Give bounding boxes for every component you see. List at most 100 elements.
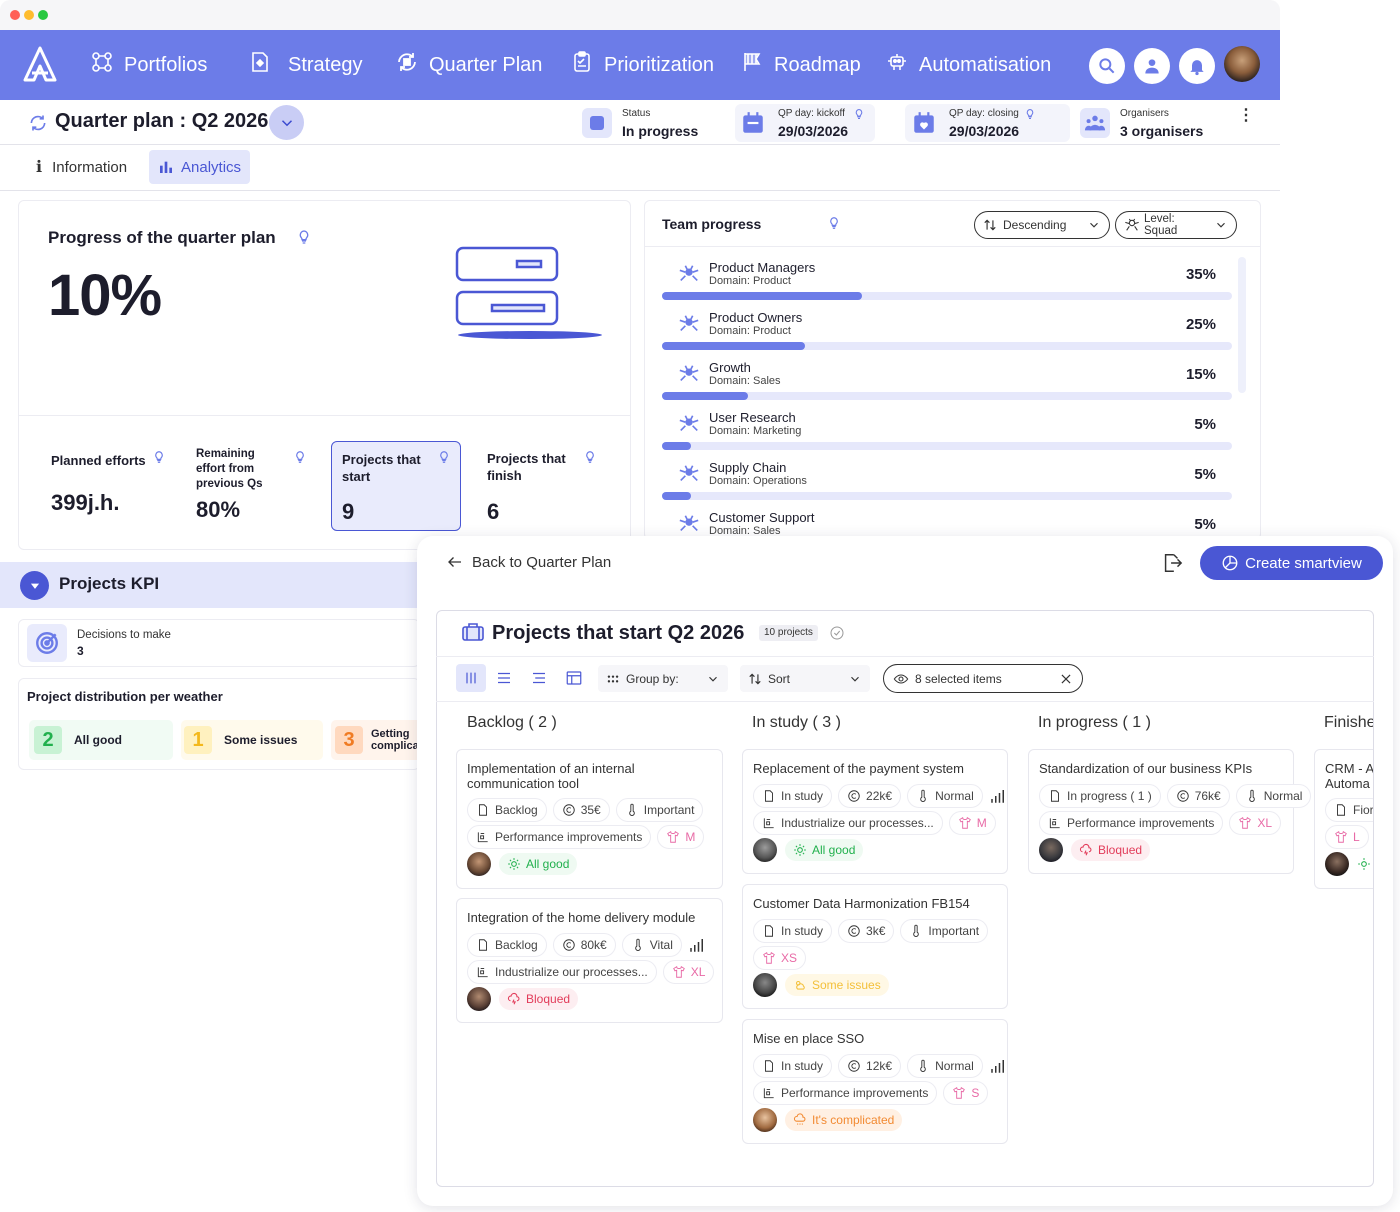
project-card[interactable]: Mise en place SSO In study 12k€ Normal P… xyxy=(742,1019,1008,1144)
cost-chip[interactable]: 12k€ xyxy=(838,1054,902,1078)
tab-information[interactable]: ℹ Information xyxy=(28,150,135,184)
nav-roadmap[interactable]: Roadmap xyxy=(740,30,861,100)
check-circle-icon[interactable] xyxy=(829,625,845,646)
quarter-selector-button[interactable] xyxy=(269,105,304,140)
owner-avatar[interactable] xyxy=(1325,852,1349,876)
lightbulb-icon[interactable] xyxy=(293,450,307,469)
objective-chip[interactable]: Industrialize our processes... xyxy=(753,811,943,835)
sort-dropdown[interactable]: Sort xyxy=(740,665,870,692)
weather-chip[interactable]: Bloqued xyxy=(499,988,579,1010)
team-progress-row[interactable]: User Research Domain: Marketing 5% xyxy=(662,408,1232,458)
status-chip[interactable]: Backlog xyxy=(467,798,547,822)
owner-avatar[interactable] xyxy=(753,838,777,862)
team-progress-row[interactable]: Product Managers Domain: Product 35% xyxy=(662,258,1232,308)
level-dropdown[interactable]: Level: Squad xyxy=(1115,211,1237,239)
priority-chip[interactable]: Vital xyxy=(621,933,682,957)
size-chip[interactable]: XS xyxy=(753,946,807,970)
size-chip[interactable]: XL xyxy=(662,960,715,984)
weather-chip[interactable]: All good xyxy=(785,839,864,861)
user-avatar[interactable] xyxy=(1224,46,1260,82)
nav-automatisation[interactable]: Automatisation xyxy=(885,30,1051,100)
weather-chip[interactable]: It's complicated xyxy=(785,1109,903,1131)
status-chip[interactable]: In study xyxy=(753,919,833,943)
table-view-button[interactable] xyxy=(565,669,583,692)
objective-chip[interactable]: Performance improvements xyxy=(753,1081,938,1105)
objective-chip[interactable]: Fior xyxy=(1325,798,1373,822)
project-card[interactable]: Standardization of our business KPIs In … xyxy=(1028,749,1312,874)
size-chip[interactable]: XL xyxy=(1229,811,1282,835)
status-chip[interactable]: In progress ( 1 ) xyxy=(1039,784,1161,808)
team-progress-row[interactable]: Product Owners Domain: Product 25% xyxy=(662,308,1232,358)
sort-order-dropdown[interactable]: Descending xyxy=(974,211,1110,239)
weather-chip[interactable]: Bloqued xyxy=(1071,839,1151,861)
project-card[interactable]: Integration of the home delivery module … xyxy=(456,898,723,1023)
nav-portfolios[interactable]: Portfolios xyxy=(90,30,207,100)
status-chip[interactable]: In study xyxy=(753,1054,833,1078)
decisions-card[interactable] xyxy=(18,619,420,667)
filter-chip[interactable]: 8 selected items xyxy=(883,664,1083,693)
list-view-button[interactable] xyxy=(495,669,513,692)
lightbulb-icon[interactable] xyxy=(827,216,841,235)
owner-avatar[interactable] xyxy=(467,852,491,876)
collapse-kpi-button[interactable] xyxy=(20,571,49,600)
cost-chip[interactable]: 35€ xyxy=(552,798,610,822)
owner-avatar[interactable] xyxy=(753,973,777,997)
weather-chip[interactable]: Some issues xyxy=(785,974,889,996)
lightbulb-icon[interactable] xyxy=(583,450,597,469)
weather-complicated[interactable]: 3 Getting complicated xyxy=(331,720,420,760)
tab-analytics[interactable]: Analytics xyxy=(149,150,251,184)
priority-chip[interactable]: Important xyxy=(615,798,704,822)
notifications-button[interactable] xyxy=(1179,48,1215,84)
project-card[interactable]: Implementation of an internal communicat… xyxy=(456,749,723,889)
compact-view-button[interactable] xyxy=(530,669,548,692)
project-card[interactable]: Replacement of the payment system In stu… xyxy=(742,749,1008,874)
lightbulb-icon[interactable] xyxy=(437,450,451,469)
minimize-window-dot[interactable] xyxy=(24,10,34,20)
owner-avatar[interactable] xyxy=(753,1108,777,1132)
nav-quarter-plan[interactable]: Quarter Plan xyxy=(395,30,542,100)
search-button[interactable] xyxy=(1089,48,1125,84)
maximize-window-dot[interactable] xyxy=(38,10,48,20)
team-progress-scrollbar[interactable] xyxy=(1238,257,1246,393)
team-progress-row[interactable]: Customer Support Domain: Sales 5% xyxy=(662,508,1232,536)
priority-chip[interactable]: Normal xyxy=(1235,784,1312,808)
objective-chip[interactable]: Industrialize our processes... xyxy=(467,960,657,984)
priority-chip[interactable]: Normal xyxy=(907,1054,983,1078)
kanban-view-button[interactable] xyxy=(456,664,486,692)
owner-avatar[interactable] xyxy=(467,987,491,1011)
more-options-button[interactable]: ⋮ xyxy=(1238,108,1254,124)
export-button[interactable] xyxy=(1161,552,1183,579)
team-progress-row[interactable]: Growth Domain: Sales 15% xyxy=(662,358,1232,408)
nav-prioritization[interactable]: Prioritization xyxy=(570,30,714,100)
project-card[interactable]: CRM - A Automa Fior L xyxy=(1314,749,1373,889)
weather-some-issues[interactable]: 1 Some issues xyxy=(181,720,323,760)
cost-chip[interactable]: 3k€ xyxy=(838,919,895,943)
lightbulb-icon[interactable] xyxy=(296,229,312,250)
app-logo[interactable] xyxy=(22,46,58,82)
cost-chip[interactable]: 80k€ xyxy=(552,933,616,957)
priority-chip[interactable]: Important xyxy=(900,919,989,943)
nav-strategy[interactable]: Strategy xyxy=(248,30,362,100)
objective-chip[interactable]: Performance improvements xyxy=(1039,811,1224,835)
size-chip[interactable]: M xyxy=(657,825,705,849)
size-chip[interactable]: M xyxy=(948,811,996,835)
status-chip[interactable]: In study xyxy=(753,784,833,808)
group-by-dropdown[interactable]: Group by: xyxy=(598,665,728,692)
priority-chip[interactable]: Normal xyxy=(907,784,983,808)
organisers-value[interactable]: 3 organisers xyxy=(1120,123,1203,139)
cost-chip[interactable]: 22k€ xyxy=(838,784,902,808)
cost-chip[interactable]: 76k€ xyxy=(1166,784,1230,808)
project-card[interactable]: Customer Data Harmonization FB154 In stu… xyxy=(742,884,1008,1009)
close-icon[interactable] xyxy=(1059,672,1073,686)
weather-chip[interactable]: All good xyxy=(499,853,578,875)
team-progress-row[interactable]: Supply Chain Domain: Operations 5% xyxy=(662,458,1232,508)
lightbulb-icon[interactable] xyxy=(152,450,166,469)
profile-button[interactable] xyxy=(1134,48,1170,84)
status-chip[interactable]: Backlog xyxy=(467,933,547,957)
close-window-dot[interactable] xyxy=(10,10,20,20)
owner-avatar[interactable] xyxy=(1039,838,1063,862)
back-to-quarter-plan-link[interactable]: Back to Quarter Plan xyxy=(446,553,611,571)
weather-all-good[interactable]: 2 All good xyxy=(29,720,173,760)
objective-chip[interactable]: Performance improvements xyxy=(467,825,652,849)
size-chip[interactable]: S xyxy=(943,1081,989,1105)
